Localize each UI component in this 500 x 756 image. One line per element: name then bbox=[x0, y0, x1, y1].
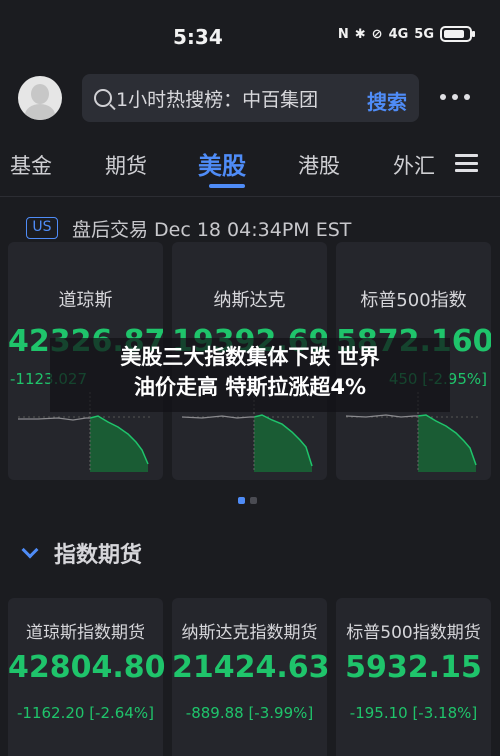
signal-4g-icon: 4G bbox=[388, 26, 409, 42]
status-icons: N ✱ ⊘ 4G 5G bbox=[337, 26, 475, 42]
market-tabs: 基金 期货 美股 港股 外汇 bbox=[0, 140, 500, 190]
tab-futures[interactable]: 期货 bbox=[105, 150, 147, 180]
search-input[interactable]: 1小时热搜榜：中百集团 搜索 bbox=[82, 74, 419, 122]
search-icon bbox=[94, 89, 112, 107]
futures-change: -195.10 [-3.18%] bbox=[349, 704, 478, 722]
avatar[interactable] bbox=[18, 76, 62, 120]
carousel-pager bbox=[238, 497, 257, 504]
futures-section-header[interactable]: 指数期货 bbox=[21, 537, 143, 569]
bluetooth-icon: ✱ bbox=[354, 26, 366, 42]
futures-value: 42804.80 bbox=[8, 650, 166, 685]
signal-5g-icon: 5G bbox=[414, 26, 434, 42]
news-headline[interactable]: 美股三大指数集体下跌 世界 油价走高 特斯拉涨超4% bbox=[50, 342, 450, 402]
futures-change: -1162.20 [-2.64%] bbox=[17, 704, 154, 722]
divider bbox=[0, 196, 500, 197]
search-hot-text: 1小时热搜榜：中百集团 bbox=[116, 88, 319, 111]
menu-icon[interactable] bbox=[455, 154, 478, 172]
search-button[interactable]: 搜索 bbox=[367, 86, 407, 115]
futures-name: 道琼斯指数期货 bbox=[26, 623, 145, 643]
more-icon[interactable] bbox=[440, 90, 474, 104]
futures-title: 指数期货 bbox=[54, 543, 143, 568]
tab-funds[interactable]: 基金 bbox=[10, 150, 52, 180]
chevron-down-icon bbox=[21, 541, 39, 559]
futures-card-nasdaq[interactable]: 纳斯达克指数期货 21424.63 -889.88 [-3.99%] bbox=[172, 598, 330, 756]
active-tab-indicator bbox=[209, 184, 245, 188]
futures-name: 纳斯达克指数期货 bbox=[181, 623, 318, 643]
futures-card-sp500[interactable]: 标普500指数期货 5932.15 -195.10 [-3.18%] bbox=[336, 598, 491, 756]
status-time: 5:34 bbox=[173, 25, 223, 49]
futures-name: 标普500指数期货 bbox=[346, 623, 481, 643]
tab-hk-stocks[interactable]: 港股 bbox=[298, 150, 340, 180]
market-badge: US bbox=[26, 217, 58, 239]
futures-change: -889.88 [-3.99%] bbox=[185, 704, 314, 722]
tab-forex[interactable]: 外汇 bbox=[393, 150, 439, 180]
index-name: 纳斯达克 bbox=[213, 290, 286, 311]
pager-dot bbox=[250, 497, 257, 504]
pager-dot-active bbox=[238, 497, 245, 504]
market-status: 盘后交易 Dec 18 04:34PM EST bbox=[72, 219, 352, 241]
battery-icon bbox=[440, 26, 475, 42]
tab-us-stocks[interactable]: 美股 bbox=[198, 146, 246, 181]
status-bar: 5:34 N ✱ ⊘ 4G 5G bbox=[0, 0, 500, 70]
index-name: 道琼斯 bbox=[58, 290, 113, 311]
headline-line-2: 油价走高 特斯拉涨超4% bbox=[134, 375, 366, 399]
futures-card-dow[interactable]: 道琼斯指数期货 42804.80 -1162.20 [-2.64%] bbox=[8, 598, 166, 756]
mute-icon: ⊘ bbox=[371, 26, 383, 42]
nfc-icon: N bbox=[337, 26, 349, 42]
headline-line-1: 美股三大指数集体下跌 世界 bbox=[120, 345, 380, 369]
futures-value: 21424.63 bbox=[172, 650, 330, 685]
index-name: 标普500指数 bbox=[360, 290, 467, 311]
futures-value: 5932.15 bbox=[345, 650, 482, 685]
